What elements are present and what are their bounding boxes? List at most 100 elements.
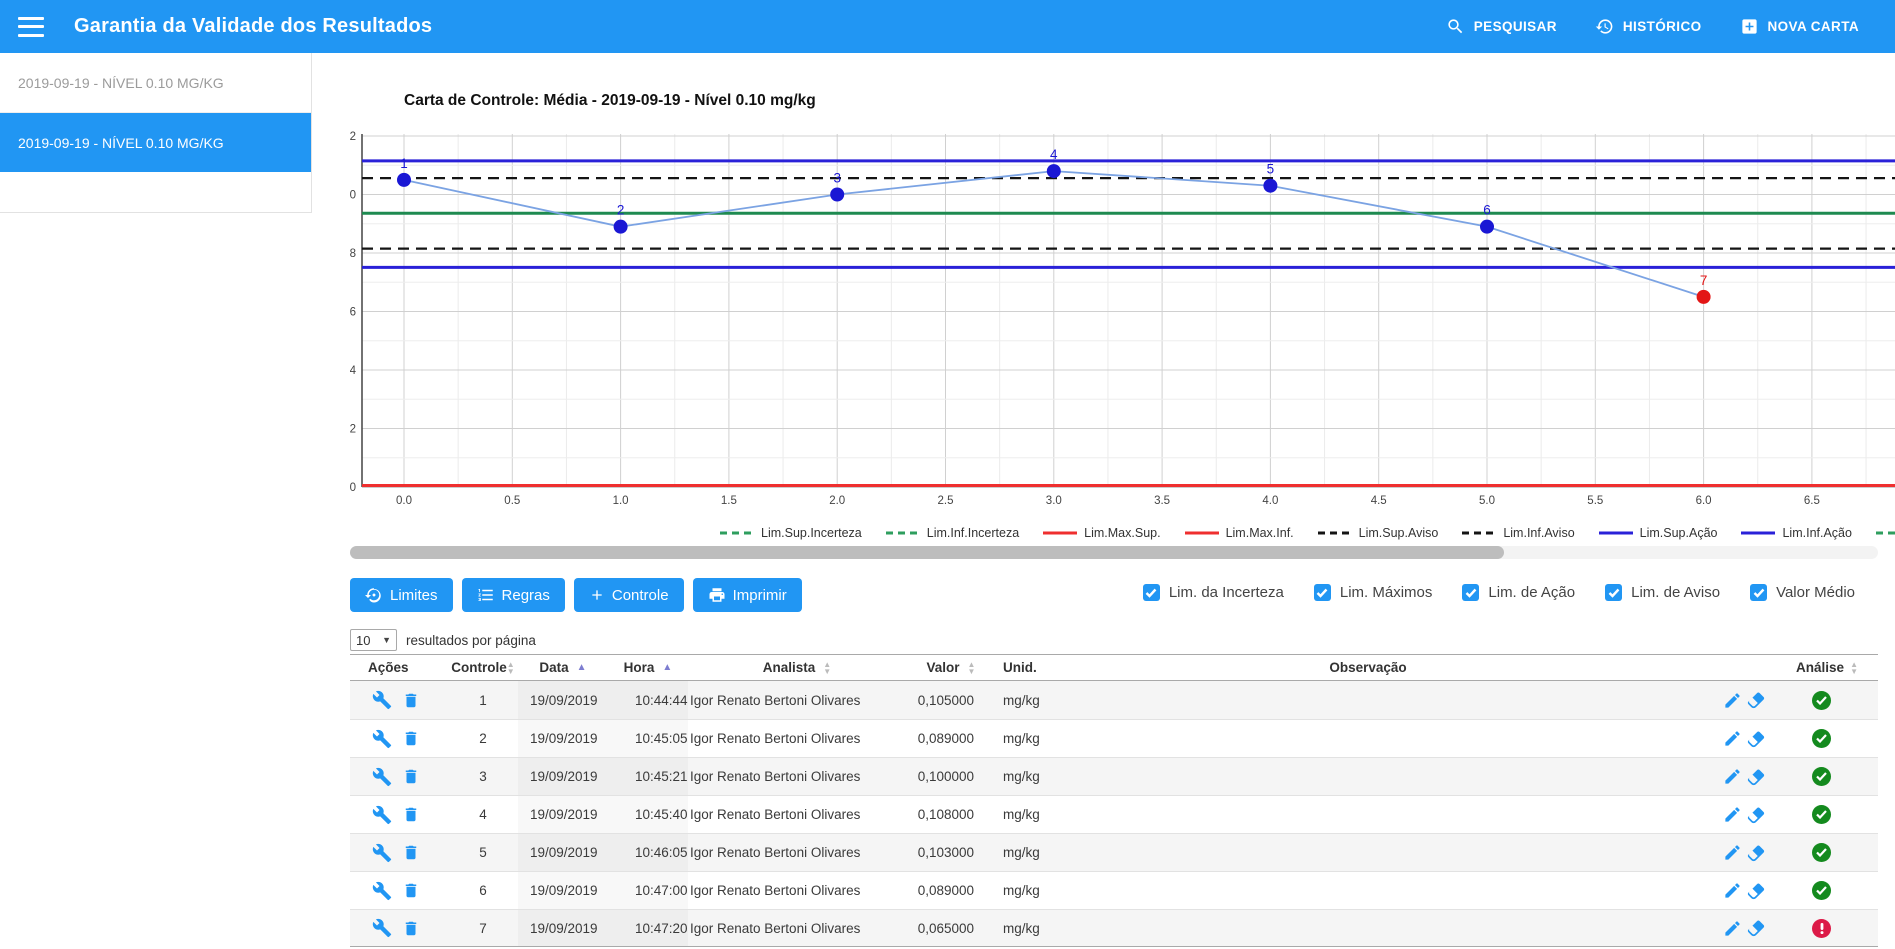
sidebar-item-chart-1[interactable]: 2019-09-19 - NÍVEL 0.10 MG/KG [0,53,311,113]
pencil-icon[interactable] [1723,729,1742,748]
col-header-analista[interactable]: Analista▲▼ [688,655,906,680]
trash-icon[interactable] [402,691,420,710]
row-analysis [1660,681,1878,719]
table-row: 6 19/09/2019 10:47:00 Igor Renato Berton… [350,871,1878,909]
new-chart-button[interactable]: NOVA CARTA [1740,17,1860,36]
eraser-icon[interactable] [1746,881,1766,901]
toggle-lim-acao[interactable]: Lim. de Ação [1462,584,1575,601]
row-actions [350,872,448,909]
wrench-edit-icon[interactable] [372,767,392,787]
col-header-hora[interactable]: Hora▲ [608,655,688,680]
cell-hora: 10:45:40 [608,796,688,833]
pencil-icon[interactable] [1723,919,1742,938]
col-header-analise[interactable]: Análise▲▼ [1660,655,1878,680]
toggle-lim-incerteza[interactable]: Lim. da Incerteza [1143,584,1284,601]
checkbox-checked-icon [1314,584,1331,601]
eraser-icon[interactable] [1746,690,1766,710]
svg-text:6: 6 [1483,203,1491,218]
eraser-icon[interactable] [1746,729,1766,749]
sidebar-item-chart-2-selected[interactable]: 2019-09-19 - NÍVEL 0.10 MG/KG [0,113,311,172]
eraser-icon[interactable] [1746,805,1766,825]
legend-label: Lim.Max.Inf. [1226,526,1294,540]
cell-unid: mg/kg [996,872,1076,909]
cell-valor: 0,105000 [906,681,996,719]
trash-icon[interactable] [402,805,420,824]
svg-text:3: 3 [833,171,841,186]
trash-icon[interactable] [402,881,420,900]
limits-button[interactable]: Limites [350,578,453,612]
toggle-valor-medio[interactable]: Valor Médio [1750,584,1855,601]
col-header-data[interactable]: Data▲ [518,655,608,680]
cell-valor: 0,065000 [906,910,996,946]
pencil-icon[interactable] [1723,805,1742,824]
checkbox-checked-icon [1750,584,1767,601]
row-analysis [1660,758,1878,795]
rules-button-label: Regras [502,587,550,604]
trash-icon[interactable] [402,767,420,786]
svg-text:0.0: 0.0 [396,495,412,507]
wrench-edit-icon[interactable] [372,805,392,825]
svg-text:1.0: 1.0 [613,495,629,507]
rules-button[interactable]: Regras [462,578,565,612]
search-button[interactable]: PESQUISAR [1446,17,1557,36]
legend-label: Lim.Max.Sup. [1084,526,1160,540]
row-analysis [1660,834,1878,871]
add-control-button[interactable]: Controle [574,578,684,612]
chart-hscrollbar-track[interactable] [350,546,1878,559]
col-header-valor[interactable]: Valor▲▼ [906,655,996,680]
table-row: 2 19/09/2019 10:45:05 Igor Renato Berton… [350,719,1878,757]
history-button[interactable]: HISTÓRICO [1595,17,1702,36]
trash-icon[interactable] [402,843,420,862]
search-button-label: PESQUISAR [1474,19,1557,34]
col-header-observacao: Observação [1076,655,1660,680]
wrench-edit-icon[interactable] [372,843,392,863]
svg-text:1: 1 [400,156,408,171]
pencil-icon[interactable] [1723,843,1742,862]
svg-text:5: 5 [1267,162,1275,177]
svg-text:6.5: 6.5 [1804,495,1820,507]
pencil-icon[interactable] [1723,691,1742,710]
eraser-icon[interactable] [1746,918,1766,938]
cell-controle: 1 [448,681,518,719]
eraser-icon[interactable] [1746,767,1766,787]
cell-data: 19/09/2019 [518,758,608,795]
page: Garantia da Validade dos Resultados PESQ… [0,0,1895,949]
print-button[interactable]: Imprimir [693,578,802,612]
cell-controle: 5 [448,834,518,871]
cell-controle: 2 [448,720,518,757]
cell-hora: 10:45:05 [608,720,688,757]
svg-text:5.5: 5.5 [1587,495,1603,507]
plus-icon [589,587,605,603]
cell-data: 19/09/2019 [518,872,608,909]
svg-text:2: 2 [617,203,625,218]
wrench-edit-icon[interactable] [372,729,392,749]
col-header-controle[interactable]: Controle▲▼ [448,655,518,680]
sort-icons: ▲▼ [968,661,976,675]
svg-text:0.04: 0.04 [350,365,357,377]
cell-data: 19/09/2019 [518,910,608,946]
cell-unid: mg/kg [996,758,1076,795]
pencil-icon[interactable] [1723,881,1742,900]
page-size-select[interactable]: 10 ▼ [350,629,397,651]
toggle-lim-maximos[interactable]: Lim. Máximos [1314,584,1433,601]
pencil-icon[interactable] [1723,767,1742,786]
chart-hscrollbar-thumb[interactable] [350,546,1504,559]
svg-text:2.5: 2.5 [938,495,954,507]
toggle-lim-aviso[interactable]: Lim. de Aviso [1605,584,1720,601]
table-row: 5 19/09/2019 10:46:05 Igor Renato Berton… [350,833,1878,871]
svg-text:0.02: 0.02 [350,424,356,436]
checkbox-checked-icon [1462,584,1479,601]
wrench-edit-icon[interactable] [372,918,392,938]
toggle-label: Lim. da Incerteza [1169,584,1284,601]
table-row: 7 19/09/2019 10:47:20 Igor Renato Berton… [350,909,1878,947]
page-size-value: 10 [356,633,370,648]
wrench-edit-icon[interactable] [372,881,392,901]
cell-data: 19/09/2019 [518,796,608,833]
trash-icon[interactable] [402,729,420,748]
wrench-edit-icon[interactable] [372,690,392,710]
eraser-icon[interactable] [1746,843,1766,863]
legend-item: Lim.Max.Sup. [1043,526,1160,540]
trash-icon[interactable] [402,919,420,938]
menu-icon[interactable] [18,17,44,37]
chevron-down-icon: ▼ [382,635,391,645]
